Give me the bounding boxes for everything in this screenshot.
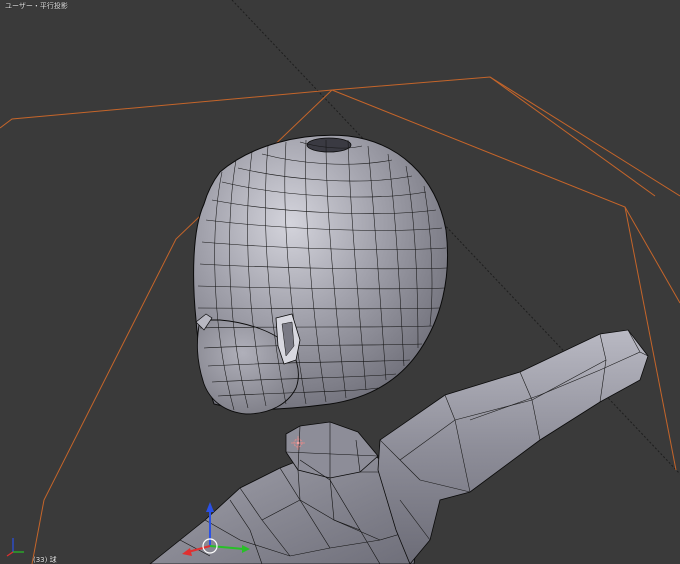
3d-viewport[interactable]: ユーザー・平行投影 (33) 球 [0,0,680,564]
arm-mesh[interactable] [377,329,649,564]
view-projection-label: ユーザー・平行投影 [5,2,68,10]
scene-canvas[interactable] [0,0,680,564]
head-mesh[interactable] [193,134,449,415]
active-object-label: (33) 球 [33,556,57,564]
mini-axes-icon [6,538,24,557]
